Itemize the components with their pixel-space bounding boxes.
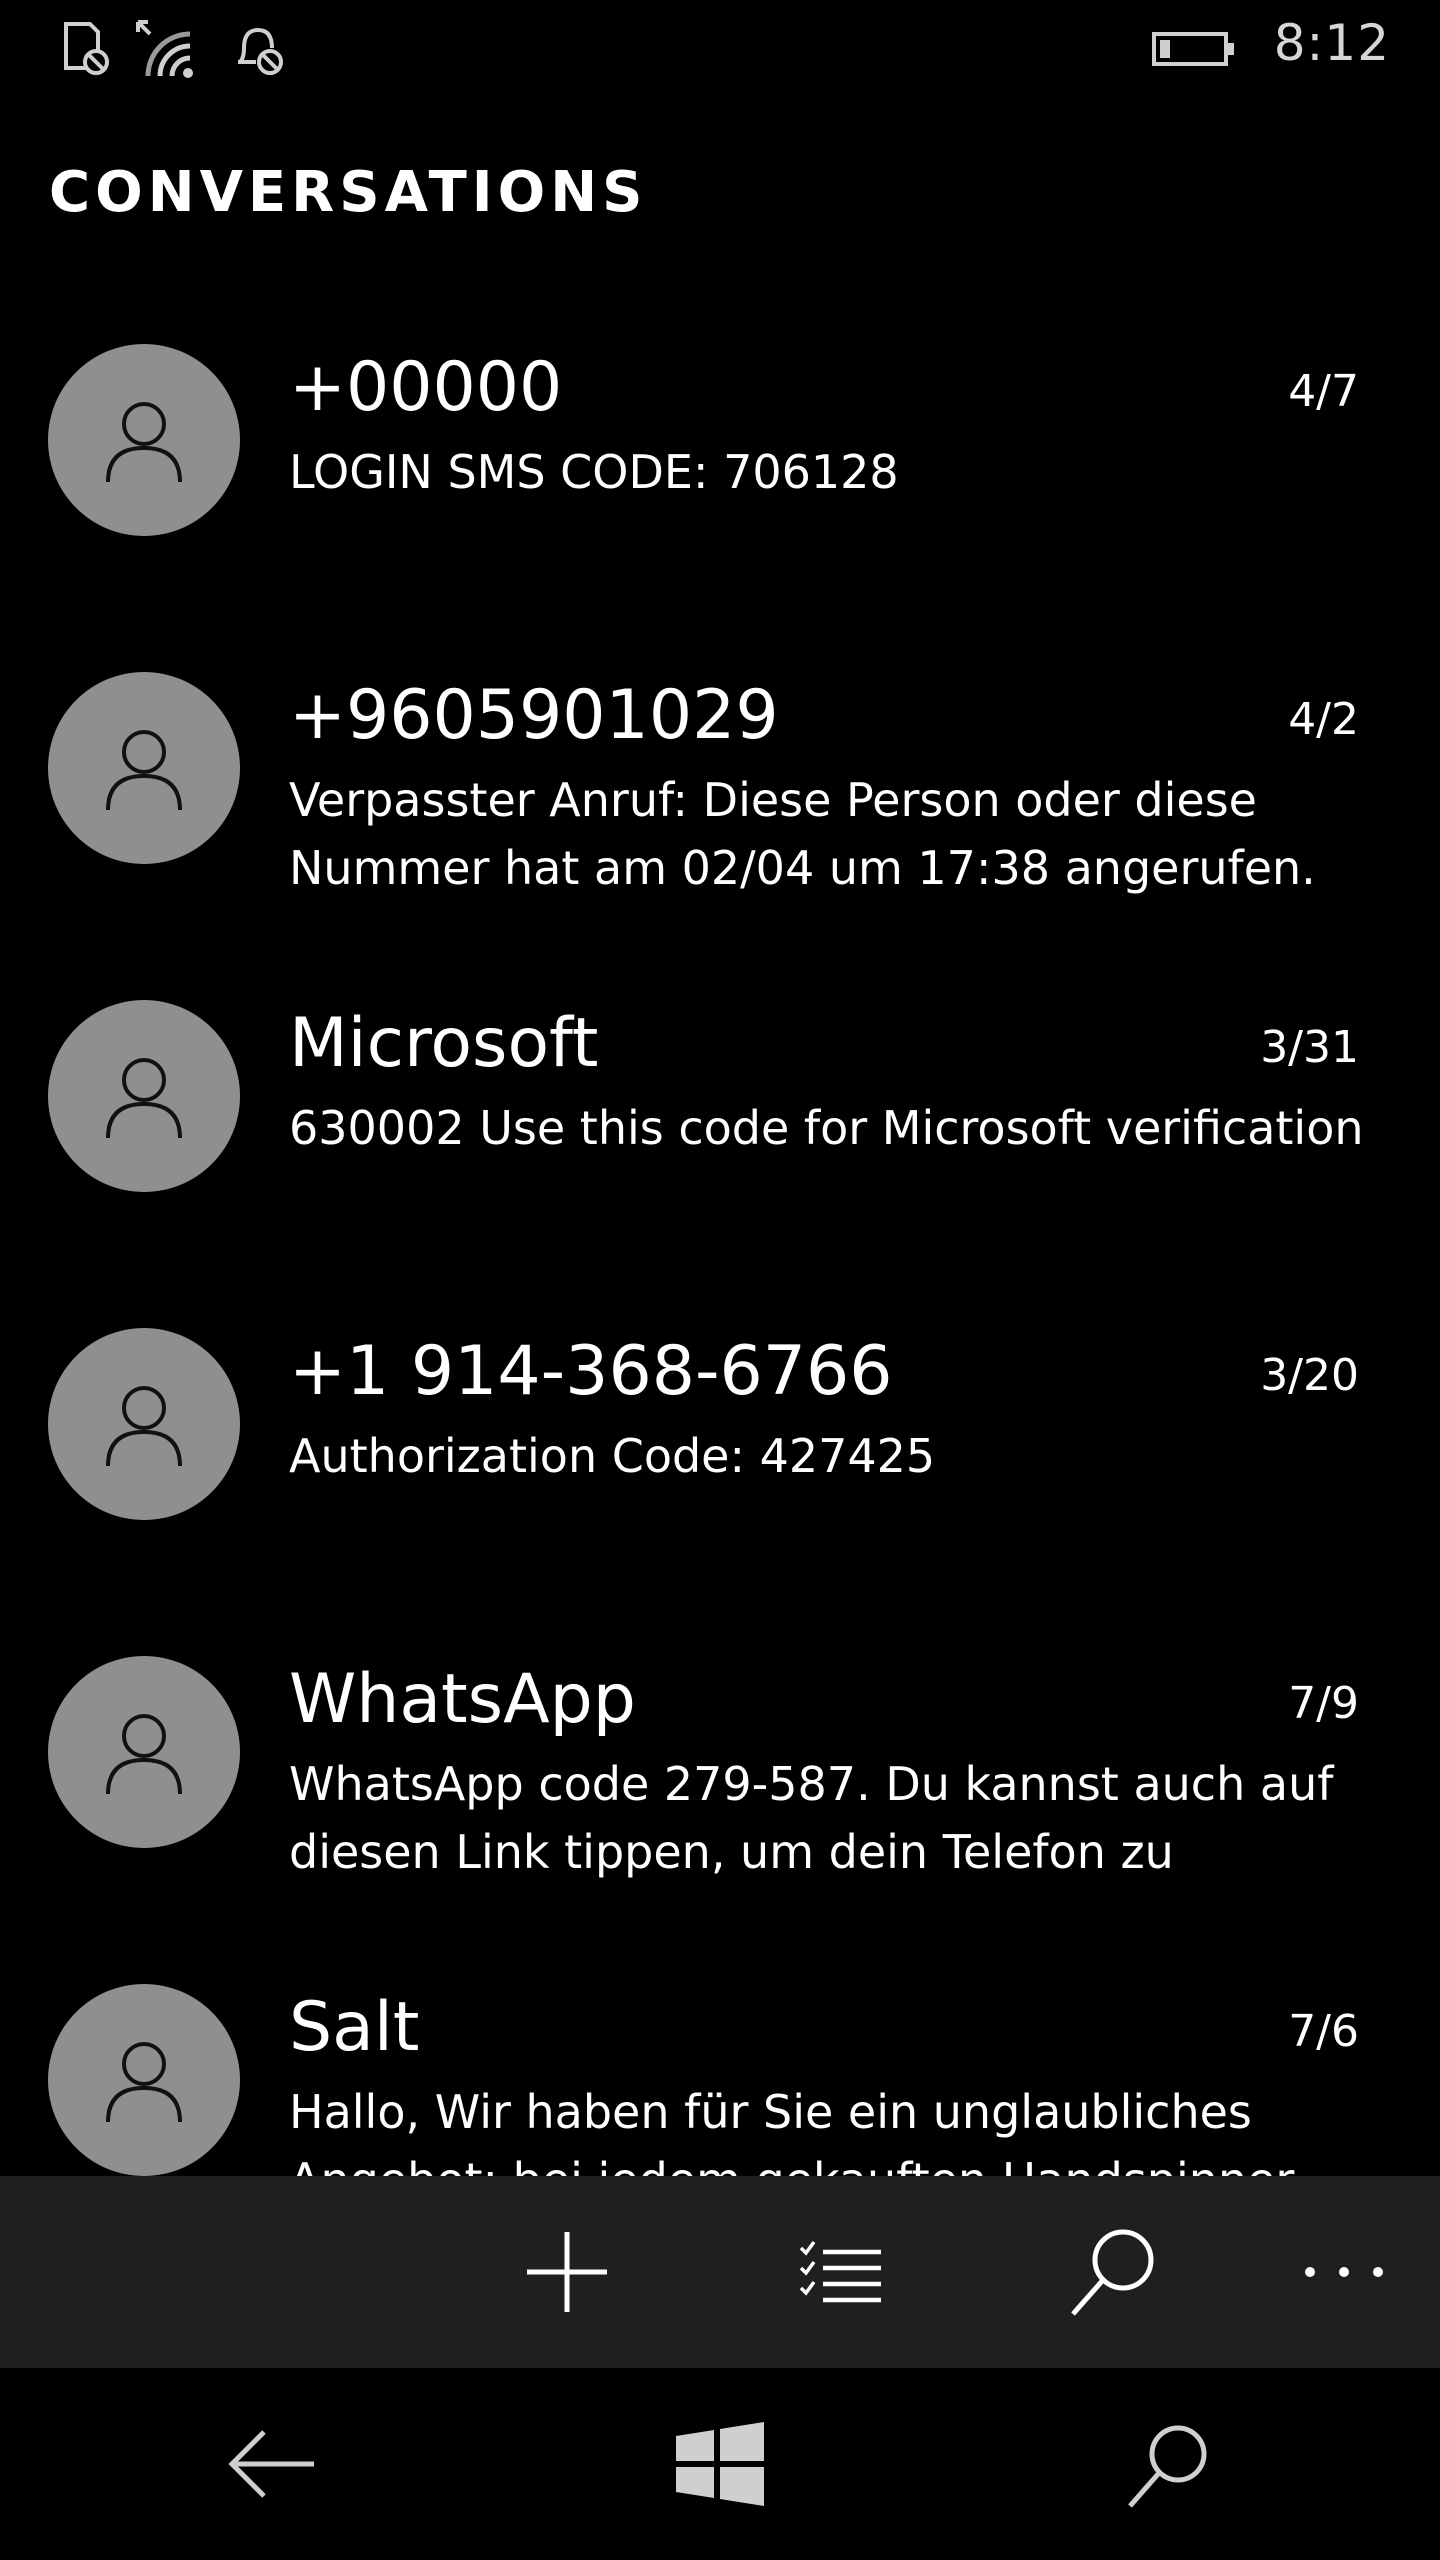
battery-icon [1152, 32, 1234, 66]
contact-name: +9605901029 [289, 676, 779, 755]
message-date: 3/20 [1260, 1350, 1359, 1401]
avatar [48, 344, 240, 536]
conversation-list[interactable]: +00000 4/7 LOGIN SMS CODE: 706128 +96059… [0, 328, 1440, 2176]
message-preview: Verpasster Anruf: Diese Person oder dies… [289, 773, 1316, 895]
status-bar: 8:12 [0, 0, 1440, 96]
conversation-item[interactable]: Salt 7/6 Hallo, Wir haben für Sie ein un… [0, 1976, 1440, 2176]
person-icon [106, 1058, 182, 1139]
windows-icon[interactable] [668, 2414, 772, 2514]
conversation-item[interactable]: WhatsApp 7/9 WhatsApp code 279-587. Du k… [0, 1648, 1440, 1976]
search-icon[interactable] [1059, 2218, 1167, 2326]
back-icon[interactable] [222, 2414, 322, 2514]
avatar [48, 1656, 240, 1848]
message-date: 4/2 [1288, 694, 1359, 745]
message-preview: LOGIN SMS CODE: 706128 [289, 445, 899, 499]
no-sim-icon [64, 22, 109, 75]
add-icon[interactable] [513, 2218, 621, 2326]
conversation-item[interactable]: +1 914-368-6766 3/20 Authorization Code:… [0, 1320, 1440, 1648]
person-icon [106, 1714, 182, 1795]
select-icon[interactable] [787, 2218, 895, 2326]
avatar [48, 1328, 240, 1520]
no-notifications-icon [238, 27, 283, 75]
person-icon [106, 402, 182, 483]
signal-icon [136, 20, 193, 78]
message-date: 4/7 [1288, 366, 1359, 417]
conversation-item[interactable]: Microsoft 3/31 630002 Use this code for … [0, 992, 1440, 1320]
avatar [48, 1000, 240, 1192]
message-preview: Authorization Code: 427425 [289, 1429, 936, 1483]
message-preview: Hallo, Wir haben für Sie ein unglaublich… [289, 2085, 1294, 2176]
person-icon [106, 730, 182, 811]
conversation-item[interactable]: +9605901029 4/2 Verpasster Anruf: Diese … [0, 664, 1440, 992]
clock: 8:12 [1273, 14, 1390, 72]
contact-name: Microsoft [289, 1004, 599, 1083]
search-icon[interactable] [1118, 2414, 1218, 2514]
message-date: 7/9 [1288, 1678, 1359, 1729]
avatar [48, 1984, 240, 2176]
contact-name: +00000 [289, 348, 563, 427]
navigation-bar [0, 2368, 1440, 2560]
message-preview: WhatsApp code 279-587. Du kannst auch au… [289, 1757, 1334, 1879]
contact-name: WhatsApp [289, 1660, 636, 1739]
app-bar [0, 2176, 1440, 2368]
message-date: 7/6 [1288, 2006, 1359, 2057]
contact-name: Salt [289, 1988, 420, 2067]
avatar [48, 672, 240, 864]
page-title: CONVERSATIONS [49, 160, 648, 225]
person-icon [106, 2042, 182, 2123]
contact-name: +1 914-368-6766 [289, 1332, 893, 1411]
more-icon[interactable] [1290, 2218, 1410, 2326]
person-icon [106, 1386, 182, 1467]
message-preview: 630002 Use this code for Microsoft verif… [289, 1101, 1364, 1155]
message-date: 3/31 [1260, 1022, 1359, 1073]
conversation-item[interactable]: +00000 4/7 LOGIN SMS CODE: 706128 [0, 336, 1440, 664]
